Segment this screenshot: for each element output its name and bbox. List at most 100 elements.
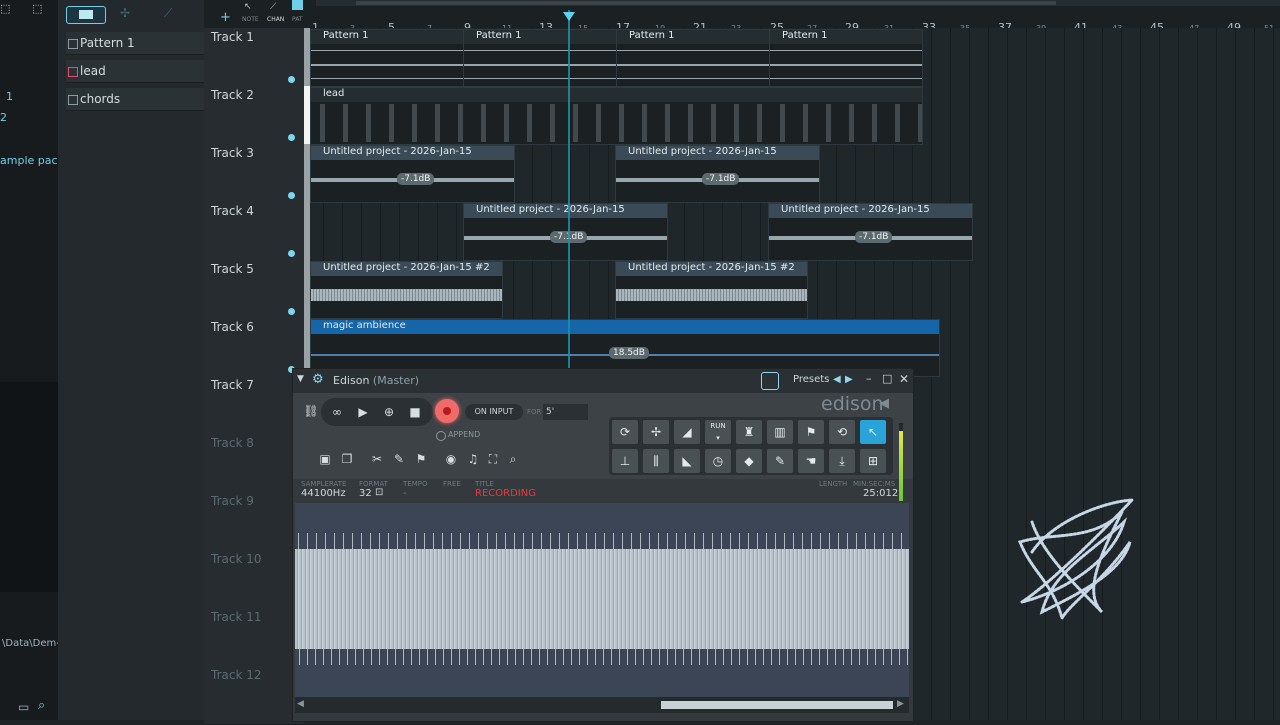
- drop-icon[interactable]: ◆: [735, 448, 763, 474]
- run-icon[interactable]: RUN ▾: [704, 419, 732, 445]
- track-header[interactable]: Track 9: [204, 492, 304, 551]
- automation-icon[interactable]: ⟋: [164, 6, 172, 21]
- track-header[interactable]: Track 2: [204, 86, 310, 145]
- send-icon[interactable]: ⊞: [859, 448, 887, 474]
- edison-scrollbar[interactable]: ◀ ▶: [295, 697, 909, 713]
- note-icon[interactable]: ↖: [244, 2, 252, 12]
- browser-add-icon[interactable]: ⬚: [32, 2, 44, 15]
- track-header[interactable]: Track 10: [204, 550, 304, 609]
- browser-item-1[interactable]: 1: [6, 90, 13, 103]
- presets-button[interactable]: Presets: [793, 374, 829, 385]
- browser-menu-icon[interactable]: ⬚: [0, 2, 12, 15]
- track-led[interactable]: [288, 192, 295, 199]
- cut-icon[interactable]: ✂: [367, 449, 387, 469]
- copy-icon[interactable]: ❐: [337, 449, 357, 469]
- pattern-clip[interactable]: Pattern 1: [616, 29, 770, 87]
- preset-next-icon[interactable]: ▶: [845, 374, 853, 385]
- append-radio[interactable]: [436, 431, 446, 441]
- gear-icon[interactable]: ⚙: [312, 372, 324, 387]
- preset-prev-icon[interactable]: ◀: [833, 374, 841, 385]
- browser-item-sample-pack[interactable]: ample pack: [0, 154, 64, 167]
- stop-icon[interactable]: ■: [405, 402, 425, 422]
- audio-clip[interactable]: Untitled project - 2026-Jan-15 -7.1dB: [310, 145, 515, 203]
- samplerate-value[interactable]: 44100Hz: [301, 488, 346, 499]
- clip-gain[interactable]: -7.1dB: [702, 173, 740, 185]
- clip-gain[interactable]: -7.1dB: [855, 231, 893, 243]
- normalize-icon[interactable]: ⟳: [611, 419, 639, 445]
- track-header[interactable]: Track 6: [204, 318, 310, 377]
- close-icon[interactable]: ✕: [899, 372, 909, 386]
- play-icon[interactable]: ▶: [353, 402, 373, 422]
- track-header[interactable]: Track 12: [204, 666, 304, 725]
- spectrum-icon[interactable]: ▥: [766, 419, 794, 445]
- timeline-scrollbar[interactable]: [316, 0, 1280, 6]
- split-icon[interactable]: ⊥: [611, 448, 639, 474]
- export-icon[interactable]: ⤓: [828, 448, 856, 474]
- view-icon[interactable]: ◉: [441, 449, 461, 469]
- pencil-icon[interactable]: ✎: [766, 448, 794, 474]
- hand-icon[interactable]: ☚: [797, 448, 825, 474]
- zoom-icon[interactable]: ⌕: [503, 449, 523, 469]
- tempo-value[interactable]: -: [403, 488, 407, 499]
- chan-icon[interactable]: ⟋: [270, 2, 276, 12]
- link-icon[interactable]: ⛓: [301, 401, 321, 421]
- trim-icon[interactable]: ✢: [642, 419, 670, 445]
- track-header[interactable]: Track 8: [204, 434, 304, 493]
- browser-item-2[interactable]: 2: [0, 111, 7, 124]
- format-value[interactable]: 32: [359, 488, 372, 499]
- refresh-icon[interactable]: ⟲: [828, 419, 856, 445]
- loop-icon[interactable]: ∞: [327, 402, 347, 422]
- scroll-right-icon[interactable]: ▶: [897, 699, 904, 709]
- piano-keys-icon[interactable]: [66, 6, 106, 24]
- audio-clip[interactable]: Untitled project - 2026-Jan-15 -7.1dB: [768, 203, 973, 261]
- record-mode-select[interactable]: ON INPUT: [465, 404, 523, 420]
- speaker-icon[interactable]: ◀: [879, 396, 889, 411]
- save-icon[interactable]: ▣: [315, 449, 335, 469]
- pattern-clip[interactable]: Pattern 1: [310, 29, 464, 87]
- clip-gain[interactable]: -7.1dB: [397, 173, 435, 185]
- window-menu-icon[interactable]: ▼: [297, 374, 304, 384]
- track-resize-handle[interactable]: [304, 202, 310, 260]
- pattern-clip[interactable]: Pattern 1: [463, 29, 617, 87]
- record-button[interactable]: [435, 399, 459, 423]
- format-icon[interactable]: ⊡: [375, 487, 383, 498]
- track-header[interactable]: Track 11: [204, 608, 304, 667]
- pattern-clip[interactable]: Pattern 1: [769, 29, 923, 87]
- tools-icon[interactable]: ✎: [389, 449, 409, 469]
- noise-icon[interactable]: ♜: [735, 419, 763, 445]
- scroll-thumb[interactable]: [661, 701, 893, 709]
- folder-icon[interactable]: ▭: [18, 700, 29, 714]
- minimize-icon[interactable]: –: [866, 372, 872, 385]
- slice-icon[interactable]: ⫼: [642, 448, 670, 474]
- edison-titlebar[interactable]: ▼ ⚙ Edison (Master) Presets ◀ ▶ – □ ✕: [293, 369, 913, 393]
- audio-clip[interactable]: Untitled project - 2026-Jan-15 -7.1dB: [615, 145, 820, 203]
- add-track-icon[interactable]: +: [220, 10, 231, 25]
- add-marker-icon[interactable]: ⚑: [797, 419, 825, 445]
- track-led[interactable]: [288, 308, 295, 315]
- scroll-left-icon[interactable]: ◀: [297, 699, 304, 709]
- track-led[interactable]: [288, 250, 295, 257]
- search-icon[interactable]: ⌕: [38, 698, 45, 713]
- playhead-marker[interactable]: [563, 12, 575, 21]
- track-header[interactable]: Track 7: [204, 376, 304, 435]
- track-header[interactable]: Track 1: [204, 28, 310, 87]
- envelope-icon[interactable]: ◣: [673, 448, 701, 474]
- clock-icon[interactable]: ◷: [704, 448, 732, 474]
- marker-icon[interactable]: ⚑: [411, 449, 431, 469]
- maximize-icon[interactable]: □: [882, 372, 892, 385]
- lead-clip[interactable]: lead: [310, 87, 923, 145]
- loop-region-icon[interactable]: ⊕: [379, 402, 399, 422]
- headphones-icon[interactable]: ♫: [463, 449, 483, 469]
- recording-title[interactable]: RECORDING: [475, 488, 536, 499]
- drag-icon[interactable]: ↖: [859, 419, 887, 445]
- track-led[interactable]: [288, 134, 295, 141]
- presets-browser-icon[interactable]: [761, 372, 779, 390]
- audio-clip[interactable]: Untitled project - 2026-Jan-15 #2: [310, 261, 503, 319]
- audio-clip[interactable]: Untitled project - 2026-Jan-15 #2: [615, 261, 808, 319]
- edison-waveform[interactable]: [295, 503, 909, 699]
- track-header[interactable]: Track 3: [204, 144, 310, 203]
- clip-gain[interactable]: 18.5dB: [609, 347, 649, 359]
- track-led[interactable]: [288, 76, 295, 83]
- record-length-select[interactable]: 5': [543, 404, 588, 420]
- fade-icon[interactable]: ◢: [673, 419, 701, 445]
